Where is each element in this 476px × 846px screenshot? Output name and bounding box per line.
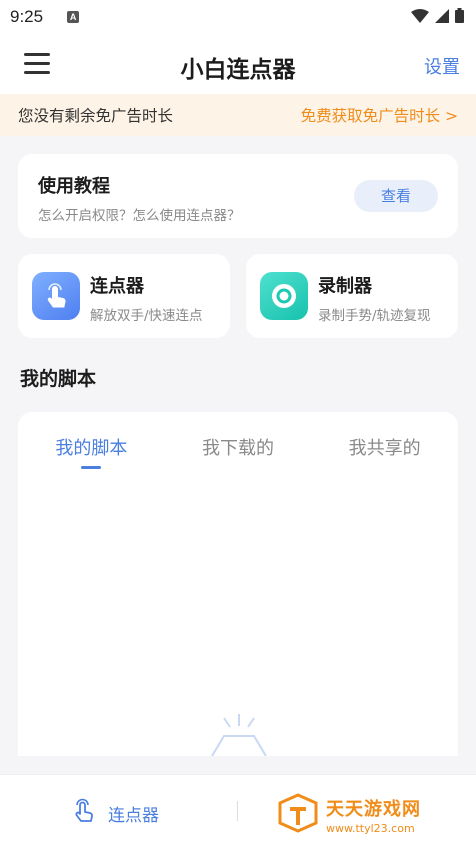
- settings-button[interactable]: 设置: [424, 53, 460, 79]
- tab-label: 我的脚本: [55, 438, 128, 459]
- tab-label: 我下载的: [202, 438, 274, 459]
- tap-hand-icon: [70, 797, 98, 829]
- bottom-nav-clicker[interactable]: 连点器: [70, 797, 159, 829]
- tap-hand-icon: [32, 272, 80, 320]
- app-title: 小白连点器: [180, 57, 296, 83]
- clicker-feature-card[interactable]: 连点器 解放双手/快速连点: [18, 254, 230, 338]
- watermark-name: 天天游戏网: [326, 799, 421, 820]
- ad-free-message: 您没有剩余免广告时长: [18, 107, 174, 125]
- watermark-logo-icon: [276, 793, 320, 837]
- tutorial-card[interactable]: 使用教程 怎么开启权限？怎么使用连点器？ 查看: [18, 154, 458, 238]
- get-ad-free-time-link[interactable]: 免费获取免广告时长 >: [301, 104, 458, 126]
- bottom-nav-bar: 连点器 天天游戏网 www.ttyl23.com: [0, 774, 476, 846]
- scripts-panel: 我的脚本 我下载的 我共享的: [18, 412, 458, 757]
- bottom-nav-clicker-label: 连点器: [108, 805, 159, 826]
- clicker-title: 连点器: [90, 276, 144, 297]
- active-tab-indicator: [81, 466, 102, 469]
- view-tutorial-button[interactable]: 查看: [354, 180, 438, 212]
- tab-label: 我共享的: [348, 438, 421, 459]
- app-bar: 小白连点器 设置: [0, 34, 476, 94]
- ad-free-banner: 您没有剩余免广告时长 免费获取免广告时长 >: [0, 94, 476, 136]
- site-watermark: 天天游戏网 www.ttyl23.com: [276, 793, 421, 837]
- tab-my-scripts[interactable]: 我的脚本: [18, 434, 165, 474]
- hamburger-menu-icon[interactable]: [24, 53, 50, 75]
- empty-box-illustration: [194, 712, 284, 760]
- recorder-title: 录制器: [318, 276, 372, 297]
- clicker-subtitle: 解放双手/快速连点: [90, 308, 203, 324]
- my-scripts-heading: 我的脚本: [20, 368, 97, 390]
- status-time: 9:25: [10, 7, 44, 26]
- status-bar: 9:25 A: [0, 0, 476, 34]
- record-icon: [260, 272, 308, 320]
- recorder-subtitle: 录制手势/轨迹复现: [318, 308, 431, 324]
- tutorial-subtitle: 怎么开启权限？怎么使用连点器？: [38, 208, 241, 224]
- notification-badge: A: [67, 11, 80, 23]
- tutorial-title: 使用教程: [38, 176, 110, 197]
- bottom-nav-divider: [237, 801, 238, 821]
- scripts-tabs: 我的脚本 我下载的 我共享的: [18, 434, 458, 474]
- wifi-icon: [411, 8, 429, 27]
- recorder-feature-card[interactable]: 录制器 录制手势/轨迹复现: [246, 254, 458, 338]
- watermark-url: www.ttyl23.com: [326, 822, 415, 835]
- battery-icon: [455, 7, 464, 27]
- cellular-signal-icon: [435, 8, 449, 27]
- tab-shared[interactable]: 我共享的: [311, 434, 458, 474]
- tab-downloaded[interactable]: 我下载的: [165, 434, 312, 474]
